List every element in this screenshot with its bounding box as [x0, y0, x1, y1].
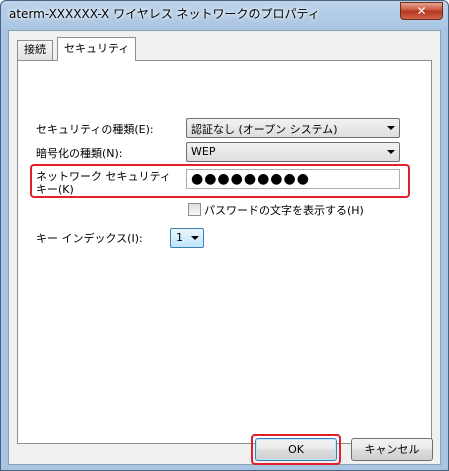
chevron-down-icon	[387, 150, 395, 154]
properties-dialog: aterm-XXXXXX-X ワイヤレス ネットワークのプロパティ ✕ 接続 セ…	[0, 0, 449, 471]
network-key-label-line2: キー(K)	[36, 183, 74, 196]
tab-connection[interactable]: 接続	[17, 40, 53, 60]
title-bar[interactable]: aterm-XXXXXX-X ワイヤレス ネットワークのプロパティ ✕	[1, 1, 448, 27]
encryption-type-value: WEP	[191, 145, 216, 158]
network-key-value: ●●●●●●●●●	[191, 171, 310, 187]
close-button[interactable]: ✕	[400, 2, 443, 20]
security-type-value: 認証なし (オープン システム)	[191, 123, 338, 136]
ok-button[interactable]: OK	[255, 438, 337, 461]
show-characters-checkbox[interactable]	[188, 203, 201, 216]
cancel-button[interactable]: キャンセル	[351, 438, 433, 461]
key-index-label: キー インデックス(I):	[36, 232, 143, 245]
dialog-client-area: 接続 セキュリティ セキュリティの種類(E): 認証なし (オープン システム)…	[8, 30, 441, 465]
network-key-input[interactable]: ●●●●●●●●●	[186, 169, 400, 189]
key-index-value: 1	[176, 231, 183, 244]
security-tab-panel: セキュリティの種類(E): 認証なし (オープン システム) 暗号化の種類(N)…	[17, 60, 432, 444]
security-type-label: セキュリティの種類(E):	[36, 123, 154, 136]
encryption-type-select[interactable]: WEP	[186, 142, 400, 162]
tab-security[interactable]: セキュリティ	[57, 37, 137, 61]
show-characters-label[interactable]: パスワードの文字を表示する(H)	[204, 202, 364, 218]
window-title: aterm-XXXXXX-X ワイヤレス ネットワークのプロパティ	[9, 7, 320, 21]
encryption-type-label: 暗号化の種類(N):	[36, 147, 123, 160]
chevron-down-icon	[191, 236, 199, 240]
chevron-down-icon	[387, 126, 395, 130]
key-index-select[interactable]: 1	[170, 228, 204, 248]
security-type-select[interactable]: 認証なし (オープン システム)	[186, 118, 400, 138]
